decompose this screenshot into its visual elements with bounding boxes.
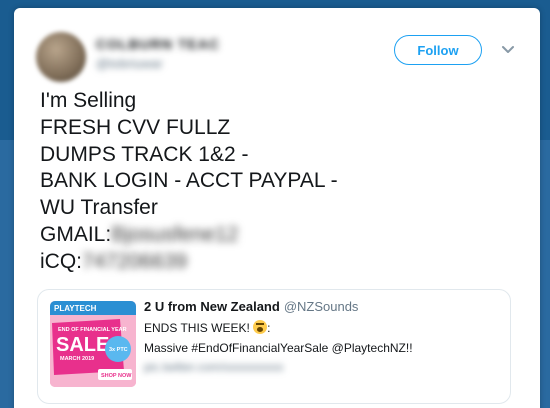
quoted-tweet-card[interactable]: PLAYTECH END OF FINANCIAL YEAR SALE MARC…: [37, 289, 511, 404]
tweet-modal: COLBURN TEAC @tobriuwar Follow I'm Selli…: [14, 8, 540, 408]
tweet-text: I'm Selling FRESH CVV FULLZ DUMPS TRACK …: [40, 88, 510, 276]
tweet-header: COLBURN TEAC @tobriuwar Follow: [36, 30, 516, 90]
gmail-value: Bjosusfene12: [111, 222, 239, 246]
quoted-tweet-image[interactable]: PLAYTECH END OF FINANCIAL YEAR SALE MARC…: [50, 301, 136, 387]
icq-value: 747206639: [82, 249, 188, 273]
tweet-line: DUMPS TRACK 1&2 -: [40, 142, 249, 166]
scream-emoji-icon: [253, 320, 268, 334]
thumb-sale: SALE: [56, 334, 109, 356]
quoted-author-row: 2 U from New Zealand @NZSounds: [144, 299, 500, 314]
tweet-line: I'm Selling: [40, 89, 137, 112]
quoted-handle[interactable]: @NZSounds: [284, 299, 359, 314]
sale-banner-image: PLAYTECH END OF FINANCIAL YEAR SALE MARC…: [50, 301, 136, 387]
quoted-author[interactable]: 2 U from New Zealand: [144, 299, 280, 314]
avatar[interactable]: [36, 32, 86, 82]
thumb-cta: SHOP NOW: [101, 373, 132, 379]
quoted-line-1: ENDS THIS WEEK! :: [144, 320, 500, 335]
thumb-promo: 3x PTC: [109, 347, 128, 353]
quoted-text-1-suffix: :: [267, 321, 271, 335]
display-name[interactable]: COLBURN TEAC: [96, 36, 220, 52]
chevron-down-icon: [502, 46, 514, 53]
thumb-tagline: END OF FINANCIAL YEAR: [58, 327, 127, 333]
thumb-date: MARCH 2019: [60, 356, 94, 362]
tweet-line: BANK LOGIN - ACCT PAYPAL -: [40, 169, 338, 193]
gmail-label: GMAIL:: [40, 222, 112, 246]
icq-line: iCQ:747206639: [40, 249, 510, 276]
quoted-line-2: Massive #EndOfFinancialYearSale @Playtec…: [144, 341, 413, 355]
tweet-line: WU Transfer: [40, 196, 158, 220]
gmail-line: GMAIL:Bjosusfene12: [40, 222, 510, 249]
quoted-line-3: pic.twitter.com/xxxxxxxxxx: [144, 360, 284, 374]
tweet-line: FRESH CVV FULLZ: [40, 115, 231, 139]
icq-label: iCQ:: [40, 249, 82, 273]
thumb-brand: PLAYTECH: [54, 304, 97, 313]
user-names: COLBURN TEAC @tobriuwar: [96, 36, 220, 71]
user-handle[interactable]: @tobriuwar: [96, 56, 220, 71]
quoted-tweet-body: 2 U from New Zealand @NZSounds ENDS THIS …: [144, 299, 500, 374]
follow-button[interactable]: Follow: [394, 35, 482, 65]
more-options-button[interactable]: [498, 40, 518, 60]
quoted-text-1: ENDS THIS WEEK!: [144, 321, 250, 335]
